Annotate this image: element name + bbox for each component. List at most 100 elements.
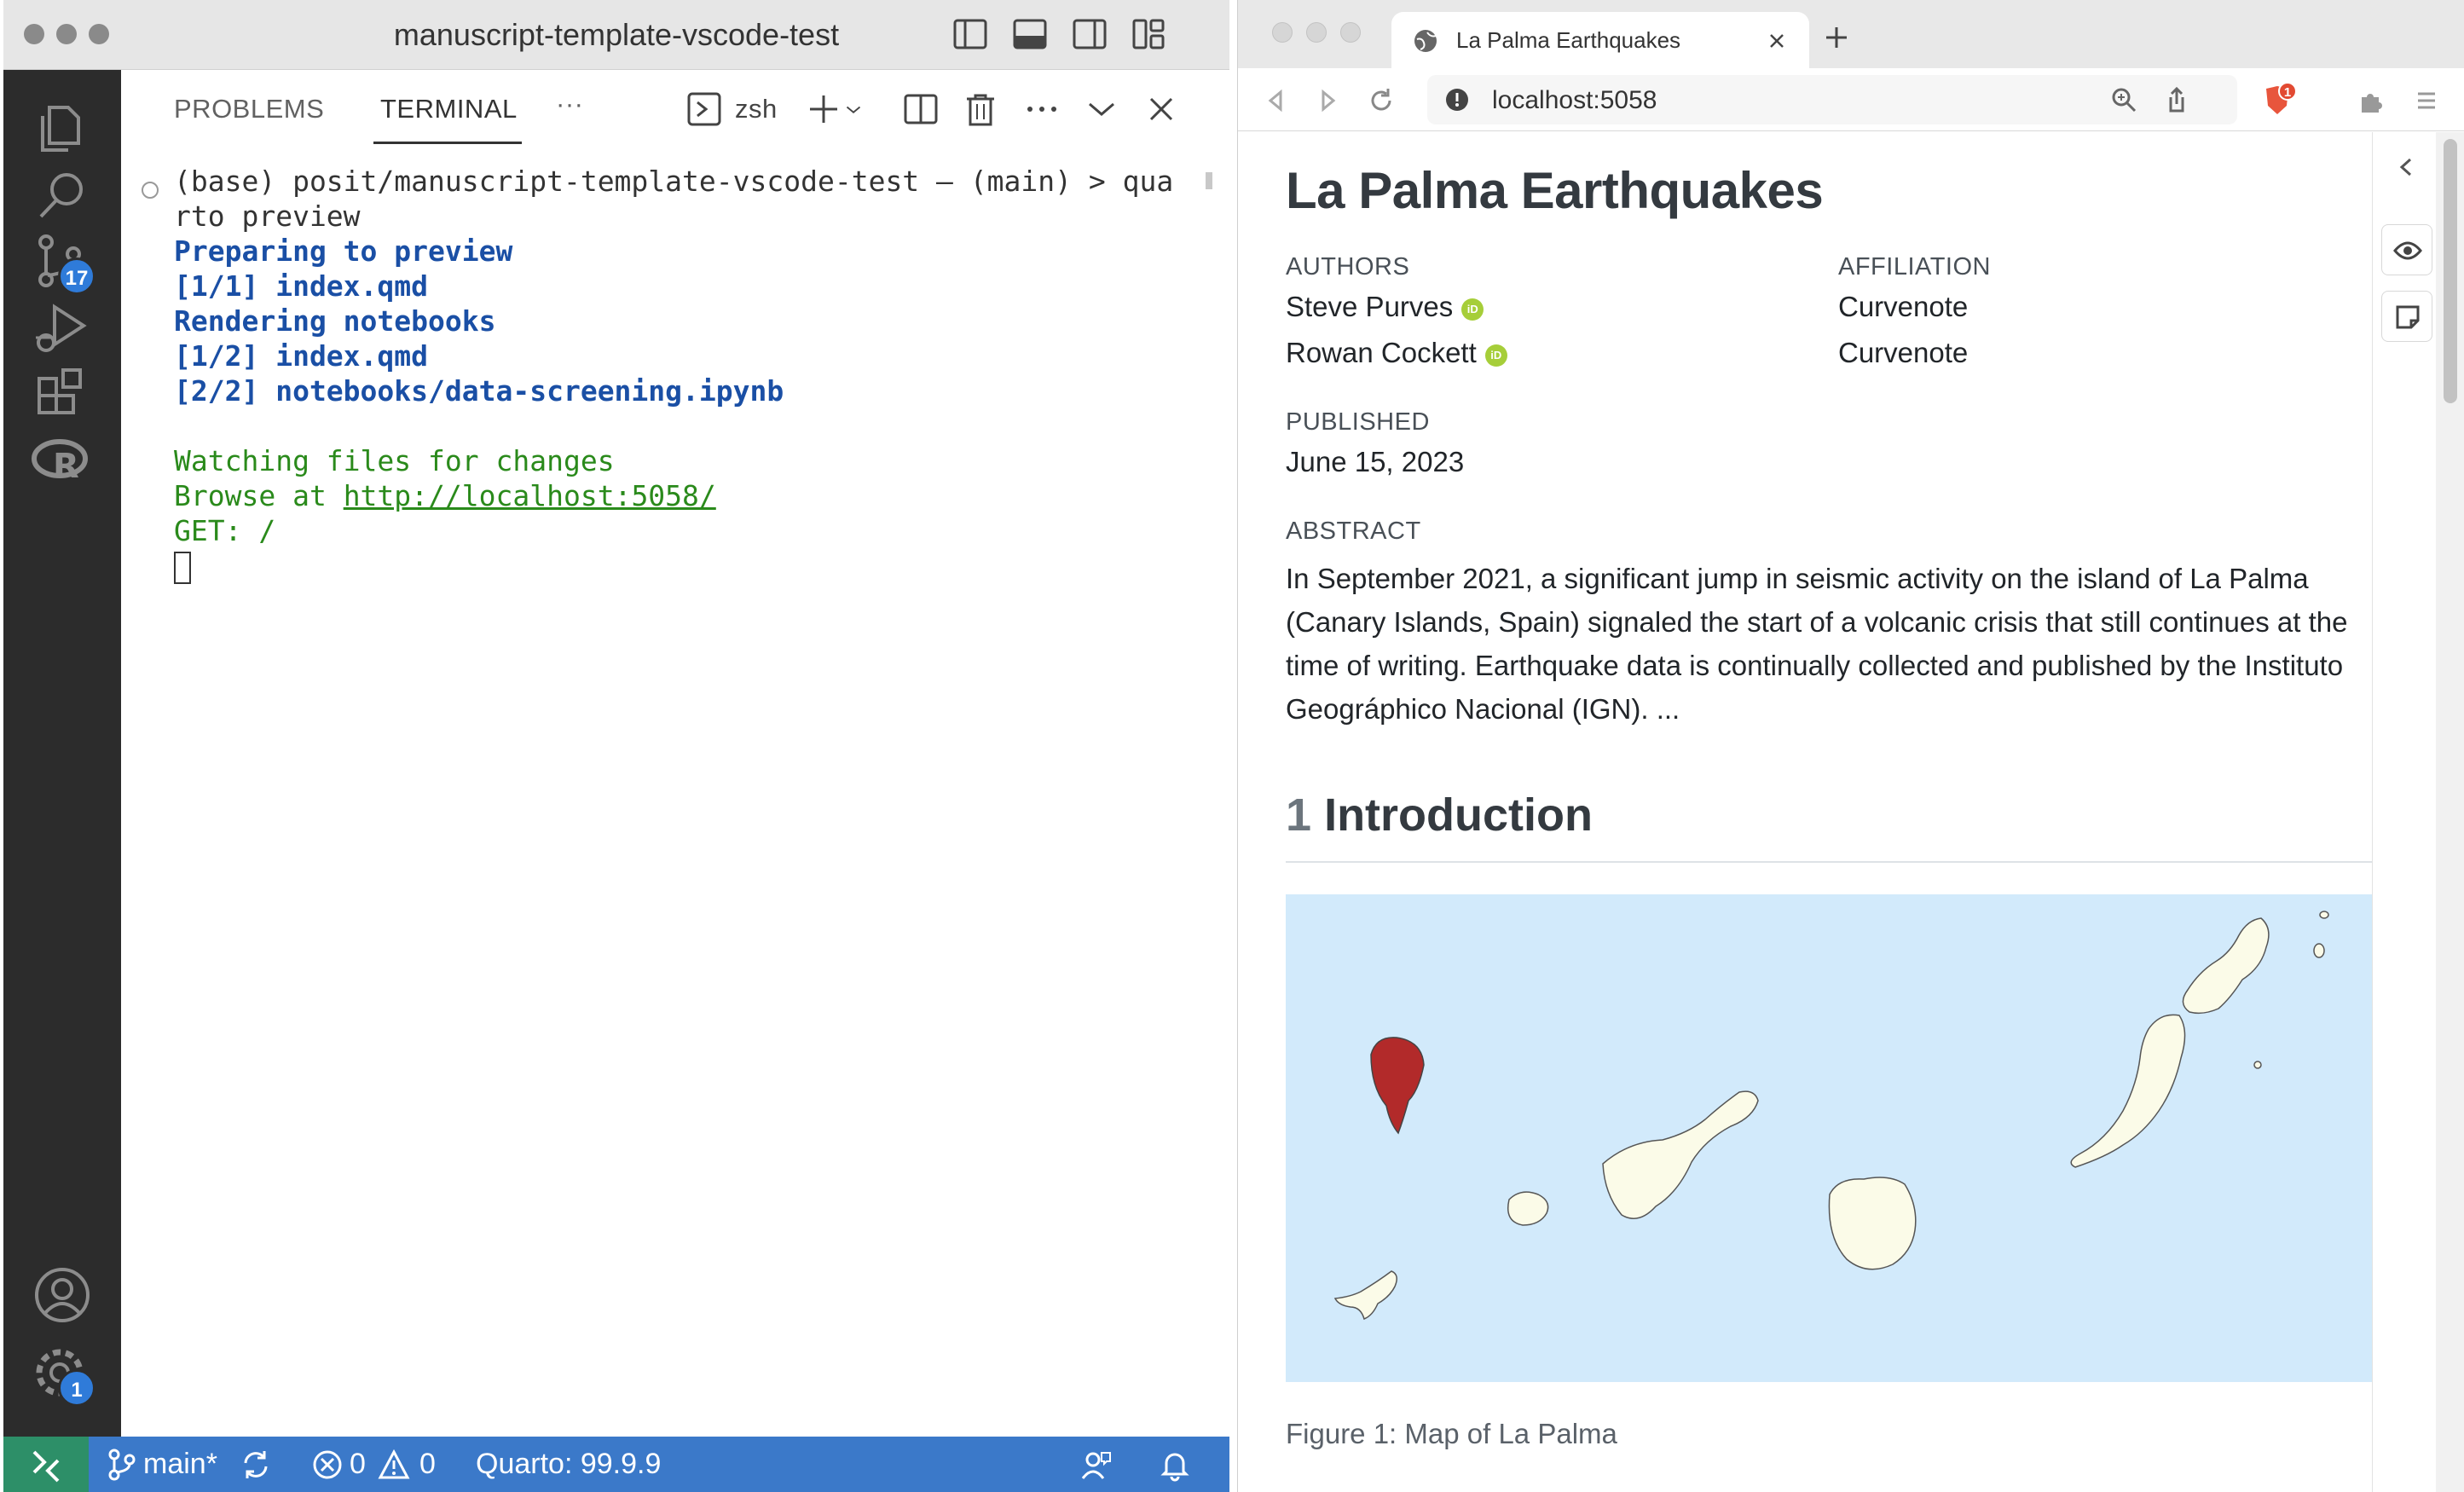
tab-title: La Palma Earthquakes [1456,27,1681,53]
error-icon[interactable] [310,1448,344,1489]
remote-icon [32,1450,60,1483]
svg-text:R: R [53,447,79,486]
source-control-badge: 17 [58,257,95,295]
more-actions-icon[interactable] [1021,89,1062,130]
tab-problems[interactable]: PROBLEMS [174,94,324,124]
extensions-puzzle-icon[interactable] [2355,85,2386,116]
warning-icon[interactable] [377,1448,411,1489]
extensions-icon[interactable] [29,361,95,428]
git-branch[interactable]: main* [143,1448,217,1481]
figure-caption: Figure 1: Map of La Palma [1286,1418,1617,1449]
terminal-dropdown-chevron-icon[interactable] [841,89,866,130]
new-terminal-icon[interactable] [803,89,844,130]
accounts-icon[interactable] [29,1262,95,1328]
r-language-icon[interactable]: R [29,428,95,494]
feedback-icon[interactable] [1079,1448,1113,1489]
tenerife-island [1602,1090,1759,1219]
run-and-debug-icon[interactable] [29,295,95,361]
site-info-icon[interactable] [1444,87,1470,113]
more-tabs-button[interactable]: ··· [556,89,583,119]
page-content: La Palma Earthquakes AUTHORS AFFILIATION… [1238,132,2464,1492]
quarto-version[interactable]: Quarto: 99.9.9 [476,1448,661,1481]
maximize-panel-chevron-icon[interactable] [1081,89,1122,130]
page-scrollbar-thumb[interactable] [2444,139,2457,403]
eye-icon [2393,241,2422,260]
minimize-window-button[interactable] [1306,22,1327,43]
close-tab-icon[interactable] [1767,31,1787,51]
browser-tab-bar: La Palma Earthquakes [1238,0,2464,68]
toggle-secondary-sidebar-icon[interactable] [1071,15,1108,53]
author-name-text[interactable]: Rowan Cockett [1286,337,1477,368]
orcid-icon[interactable]: iD [1484,344,1507,367]
error-count[interactable]: 0 [350,1448,366,1481]
browser-tab[interactable]: La Palma Earthquakes [1391,12,1809,68]
terminal-cursor [174,551,191,584]
terminal-line: Rendering notebooks [174,304,496,338]
terminal-line: Watching files for changes [174,444,615,477]
share-icon[interactable] [2162,85,2191,114]
remote-indicator[interactable] [3,1437,89,1492]
notifications-bell-icon[interactable] [1158,1448,1192,1489]
terminal-line: [1/2] index.qmd [174,339,429,373]
orcid-icon[interactable]: iD [1461,298,1484,321]
page-scrollbar[interactable] [2436,132,2464,1492]
manage-gear-icon[interactable]: 1 [29,1342,95,1408]
section-title: Introduction [1324,789,1593,841]
terminal-line: (base) posit/manuscript-template-vscode-… [174,165,1174,198]
graciosa-islet [2313,943,2325,958]
author-name-text[interactable]: Steve Purves [1286,291,1453,322]
sync-icon[interactable] [239,1448,273,1489]
tab-terminal[interactable]: TERMINAL [380,94,518,124]
terminal-scrollbar[interactable] [1206,172,1212,189]
url-text[interactable]: localhost:5058 [1492,86,1657,115]
section-heading: 1 Introduction [1286,789,1593,841]
trash-icon[interactable] [960,89,1001,130]
terminal-shell-icon[interactable] [684,89,725,130]
vscode-titlebar: manuscript-template-vscode-test [3,0,1229,70]
author-affiliation: Curvenote [1838,291,1969,322]
affiliation-label: AFFILIATION [1838,253,1991,280]
explorer-icon[interactable] [29,95,95,162]
command-status-icon [142,182,159,199]
localhost-link[interactable]: http://localhost:5058/ [344,479,716,512]
split-terminal-icon[interactable] [900,89,941,130]
shell-name[interactable]: zsh [735,94,778,124]
zoom-window-button[interactable] [1340,22,1361,43]
zoom-icon[interactable] [2109,85,2138,114]
abstract-label: ABSTRACT [1286,518,1421,545]
source-control-icon[interactable]: 17 [29,228,95,295]
la-gomera-island [1507,1191,1549,1226]
la-palma-island [1370,1037,1425,1135]
annotations-button[interactable] [2381,291,2432,342]
section-divider [1286,861,2389,863]
author-name: Steve Purves iD [1286,291,1484,323]
close-panel-icon[interactable] [1141,89,1182,130]
map-graphic [1333,911,2389,1382]
reload-icon[interactable] [1366,85,1397,116]
new-tab-icon[interactable] [1823,24,1850,51]
terminal-output[interactable]: (base) posit/manuscript-template-vscode-… [174,164,1173,584]
branch-icon[interactable] [104,1448,138,1489]
search-icon[interactable] [29,162,95,228]
gran-canaria-island [1828,1177,1917,1270]
alegranza-islet [2319,911,2329,919]
toggle-primary-sidebar-icon[interactable] [951,15,989,53]
forward-icon[interactable] [1313,85,1344,116]
el-hierro-island [1333,1270,1397,1321]
browser-window: La Palma Earthquakes localhost:5058 1 La… [1237,0,2464,1492]
close-window-button[interactable] [1272,22,1293,43]
back-icon[interactable] [1260,85,1291,116]
extension-badge: 1 [2278,82,2297,101]
article-title: La Palma Earthquakes [1286,162,1824,219]
menu-icon[interactable] [2411,85,2442,116]
view-toggle-button[interactable] [2381,224,2432,275]
warning-count[interactable]: 0 [419,1448,436,1481]
toggle-panel-icon[interactable] [1011,15,1049,53]
browser-toolbar: localhost:5058 1 [1238,68,2464,131]
brave-shields-icon[interactable]: 1 [2261,82,2297,118]
collapse-sidebar-chevron-icon[interactable] [2393,154,2419,180]
customize-layout-icon[interactable] [1131,15,1168,53]
vscode-window: manuscript-template-vscode-test 17 R 1 P… [3,0,1229,1492]
address-bar[interactable]: localhost:5058 [1427,75,2237,124]
terminal-line: GET: / [174,514,276,547]
